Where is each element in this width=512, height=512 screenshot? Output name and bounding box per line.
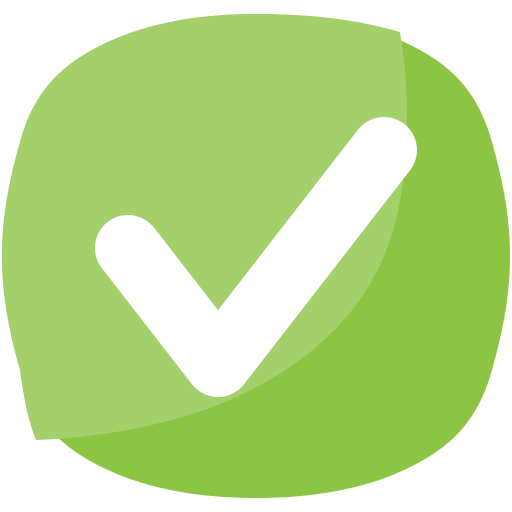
checkmark-icon <box>2 14 510 498</box>
checkmark-app-icon <box>0 0 512 512</box>
